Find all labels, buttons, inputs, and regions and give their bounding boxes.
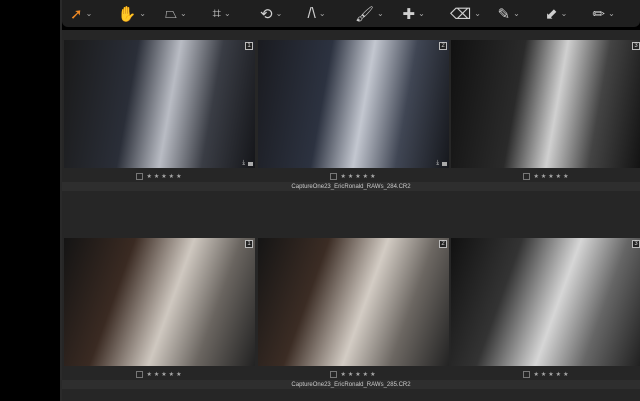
guides-tool-icon: /\ — [307, 5, 316, 22]
download-icon: ⤓ — [436, 160, 439, 166]
keystone-tool-button[interactable]: ⏢ ⌄ — [165, 0, 213, 27]
image-browser: 1 ⤓ ★★★★★ 2 ⤓ ★★★★★ 3 ★★★★★ CaptureOne23_… — [62, 30, 640, 401]
select-checkbox[interactable] — [329, 370, 337, 378]
picker-tool-icon: ✎ — [497, 5, 511, 23]
eraser-tool-icon: ⌫ — [450, 5, 472, 23]
crop-tool-icon: ⌗ — [212, 5, 221, 22]
variant-number-badge: 2 — [439, 42, 447, 50]
brush-tool-icon: 🖌 — [355, 5, 375, 23]
filename-label: CaptureOne23_EricRonald_RAWs_285.CR2 — [291, 382, 411, 388]
chevron-down-icon[interactable]: ⌄ — [319, 9, 326, 18]
chevron-down-icon[interactable]: ⌄ — [474, 9, 481, 18]
select-checkbox[interactable] — [522, 172, 530, 180]
guides-tool-button[interactable]: /\ ⌄ — [308, 0, 356, 27]
photo-thumbnail[interactable]: 2 ⤓ — [258, 40, 449, 168]
chevron-down-icon[interactable]: ⌄ — [418, 9, 425, 18]
heal-tool-icon: ✚ — [402, 5, 416, 23]
toolbar: ➚ ⌄ ✋ ⌄ ⏢ ⌄ ⌗ ⌄ ⟲ ⌄/\ ⌄ 🖌 ⌄ ✚ ⌄ ⌫ ⌄ ✎ ⌄ ⬋ ⌄ ✏ ⌄ — [62, 0, 640, 27]
photo-thumbnail[interactable]: 3 — [451, 40, 640, 168]
arrow-tool-icon: ⬋ — [545, 5, 558, 23]
variant-number-badge: 3 — [632, 42, 640, 50]
chevron-down-icon[interactable]: ⌄ — [224, 9, 231, 18]
chevron-down-icon[interactable]: ⌄ — [377, 9, 384, 18]
crop-tool-button[interactable]: ⌗ ⌄ — [213, 0, 261, 27]
heal-tool-button[interactable]: ✚ ⌄ — [403, 0, 451, 27]
star-rating[interactable]: ★★★★★ — [341, 371, 378, 378]
select-checkbox[interactable] — [135, 172, 143, 180]
photo-thumbnail[interactable]: 1 ⤓ — [64, 40, 255, 168]
star-rating[interactable]: ★★★★★ — [147, 173, 184, 180]
left-panel — [0, 0, 60, 401]
variant-number-badge: 3 — [632, 240, 640, 248]
pencil-tool-icon: ✏ — [592, 5, 606, 23]
chevron-down-icon[interactable]: ⌄ — [139, 9, 146, 18]
picker-tool-button[interactable]: ✎ ⌄ — [498, 0, 546, 27]
chevron-down-icon[interactable]: ⌄ — [276, 9, 283, 18]
rotate-tool-icon: ⟲ — [260, 5, 273, 23]
variant-number-badge: 2 — [439, 240, 447, 248]
pan-tool-icon: ✋ — [117, 5, 137, 23]
star-rating[interactable]: ★★★★★ — [534, 371, 571, 378]
chevron-down-icon[interactable]: ⌄ — [561, 9, 568, 18]
rotate-tool-button[interactable]: ⟲ ⌄ — [260, 0, 308, 27]
select-checkbox[interactable] — [522, 370, 530, 378]
select-checkbox[interactable] — [329, 172, 337, 180]
keystone-tool-icon: ⏢ — [165, 5, 178, 22]
chevron-down-icon[interactable]: ⌄ — [180, 9, 187, 18]
cursor-tool-icon: ➚ — [70, 5, 83, 23]
variant-stack: 1 ★★★★★ 2 ★★★★★ 3 ★★★★★ CaptureOne23_Eric… — [62, 238, 640, 398]
photo-thumbnail[interactable]: 2 — [258, 238, 449, 366]
star-rating[interactable]: ★★★★★ — [341, 173, 378, 180]
download-icon: ⤓ — [242, 160, 245, 166]
chevron-down-icon[interactable]: ⌄ — [608, 9, 615, 18]
pan-tool-button[interactable]: ✋ ⌄ — [118, 0, 166, 27]
variant-stack: 1 ⤓ ★★★★★ 2 ⤓ ★★★★★ 3 ★★★★★ CaptureOne23_… — [62, 40, 640, 200]
edit-badge-icon — [248, 162, 253, 166]
filename-label: CaptureOne23_EricRonald_RAWs_284.CR2 — [291, 184, 411, 190]
brush-tool-button[interactable]: 🖌 ⌄ — [355, 0, 403, 27]
chevron-down-icon[interactable]: ⌄ — [513, 9, 520, 18]
select-checkbox[interactable] — [135, 370, 143, 378]
edit-badge-icon — [442, 162, 447, 166]
star-rating[interactable]: ★★★★★ — [534, 173, 571, 180]
pencil-tool-button[interactable]: ✏ ⌄ — [593, 0, 640, 27]
eraser-tool-button[interactable]: ⌫ ⌄ — [450, 0, 498, 27]
cursor-tool-button[interactable]: ➚ ⌄ — [70, 0, 118, 27]
variant-number-badge: 1 — [245, 240, 253, 248]
star-rating[interactable]: ★★★★★ — [147, 371, 184, 378]
photo-thumbnail[interactable]: 1 — [64, 238, 255, 366]
chevron-down-icon[interactable]: ⌄ — [86, 9, 93, 18]
variant-number-badge: 1 — [245, 42, 253, 50]
photo-thumbnail[interactable]: 3 — [451, 238, 640, 366]
arrow-tool-button[interactable]: ⬋ ⌄ — [545, 0, 593, 27]
